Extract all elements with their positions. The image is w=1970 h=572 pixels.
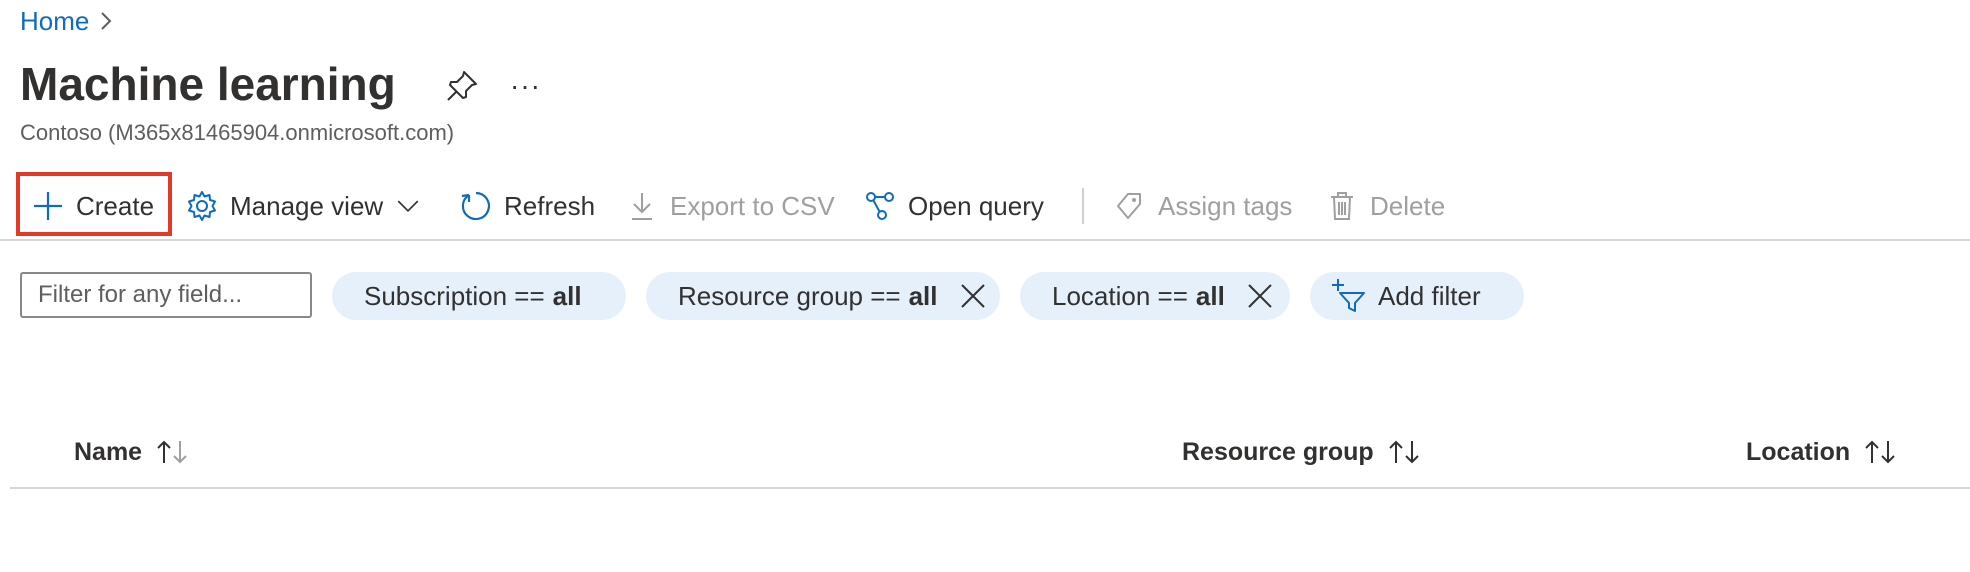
- tag-icon: [1117, 193, 1141, 219]
- export-csv-button[interactable]: Export to CSV: [626, 170, 835, 242]
- add-filter-label: Add filter: [1378, 280, 1481, 311]
- close-icon[interactable]: [958, 281, 988, 311]
- gear-icon: [188, 191, 216, 221]
- filter-input[interactable]: [20, 272, 312, 318]
- subscription-filter-value: all: [552, 280, 582, 311]
- column-header-resource-group[interactable]: Resource group: [1182, 432, 1420, 472]
- open-query-label: Open query: [908, 190, 1044, 221]
- column-header-name[interactable]: Name: [74, 432, 188, 472]
- assign-tags-label: Assign tags: [1158, 190, 1293, 221]
- toolbar-divider-line: [0, 239, 1970, 241]
- delete-label: Delete: [1370, 190, 1446, 221]
- open-query-button[interactable]: Open query: [864, 170, 1044, 242]
- location-filter-pill[interactable]: Location == all: [1020, 272, 1290, 320]
- refresh-button[interactable]: Refresh: [460, 170, 595, 242]
- subscription-filter-pill[interactable]: Subscription == all: [332, 272, 626, 320]
- command-bar: Create Manage view Refresh Export to CSV: [14, 170, 1970, 242]
- assign-tags-button[interactable]: Assign tags: [1114, 170, 1292, 242]
- more-options-button[interactable]: ···: [510, 70, 541, 102]
- close-icon[interactable]: [1245, 281, 1275, 311]
- manage-view-button[interactable]: Manage view: [186, 170, 421, 242]
- breadcrumb: Home: [20, 4, 113, 38]
- sort-icon: [156, 439, 188, 465]
- refresh-icon: [461, 191, 491, 221]
- resource-group-filter-pill[interactable]: Resource group == all: [646, 272, 1000, 320]
- plus-icon: [34, 192, 62, 220]
- add-filter-icon: [1332, 279, 1365, 312]
- refresh-label: Refresh: [504, 190, 596, 221]
- breadcrumb-home-link[interactable]: Home: [20, 6, 89, 37]
- resource-group-filter-label: Resource group ==: [678, 280, 901, 311]
- create-button[interactable]: Create: [32, 170, 154, 242]
- create-label: Create: [76, 190, 155, 221]
- sort-icon: [1388, 439, 1420, 465]
- column-location-label: Location: [1746, 437, 1851, 466]
- sort-icon: [1864, 439, 1896, 465]
- location-filter-label: Location ==: [1052, 280, 1188, 311]
- delete-button[interactable]: Delete: [1326, 170, 1445, 242]
- chevron-right-icon: [101, 12, 112, 30]
- manage-view-label: Manage view: [230, 190, 384, 221]
- tenant-subtitle: Contoso (M365x81465904.onmicrosoft.com): [20, 120, 455, 145]
- column-name-label: Name: [74, 437, 143, 466]
- resource-group-filter-value: all: [908, 280, 938, 311]
- toolbar-divider: [1082, 188, 1084, 224]
- pin-icon[interactable]: [444, 68, 480, 104]
- export-csv-label: Export to CSV: [670, 190, 835, 221]
- chevron-down-icon: [397, 200, 419, 213]
- query-icon: [866, 192, 894, 220]
- column-resource-group-label: Resource group: [1182, 437, 1374, 466]
- trash-icon: [1331, 192, 1353, 220]
- add-filter-button[interactable]: Add filter: [1310, 272, 1524, 320]
- download-icon: [632, 193, 652, 220]
- subscription-filter-label: Subscription ==: [364, 280, 545, 311]
- location-filter-value: all: [1195, 280, 1225, 311]
- page-title: Machine learning: [20, 58, 396, 110]
- table-header-divider: [10, 487, 1970, 489]
- column-header-location[interactable]: Location: [1746, 432, 1896, 472]
